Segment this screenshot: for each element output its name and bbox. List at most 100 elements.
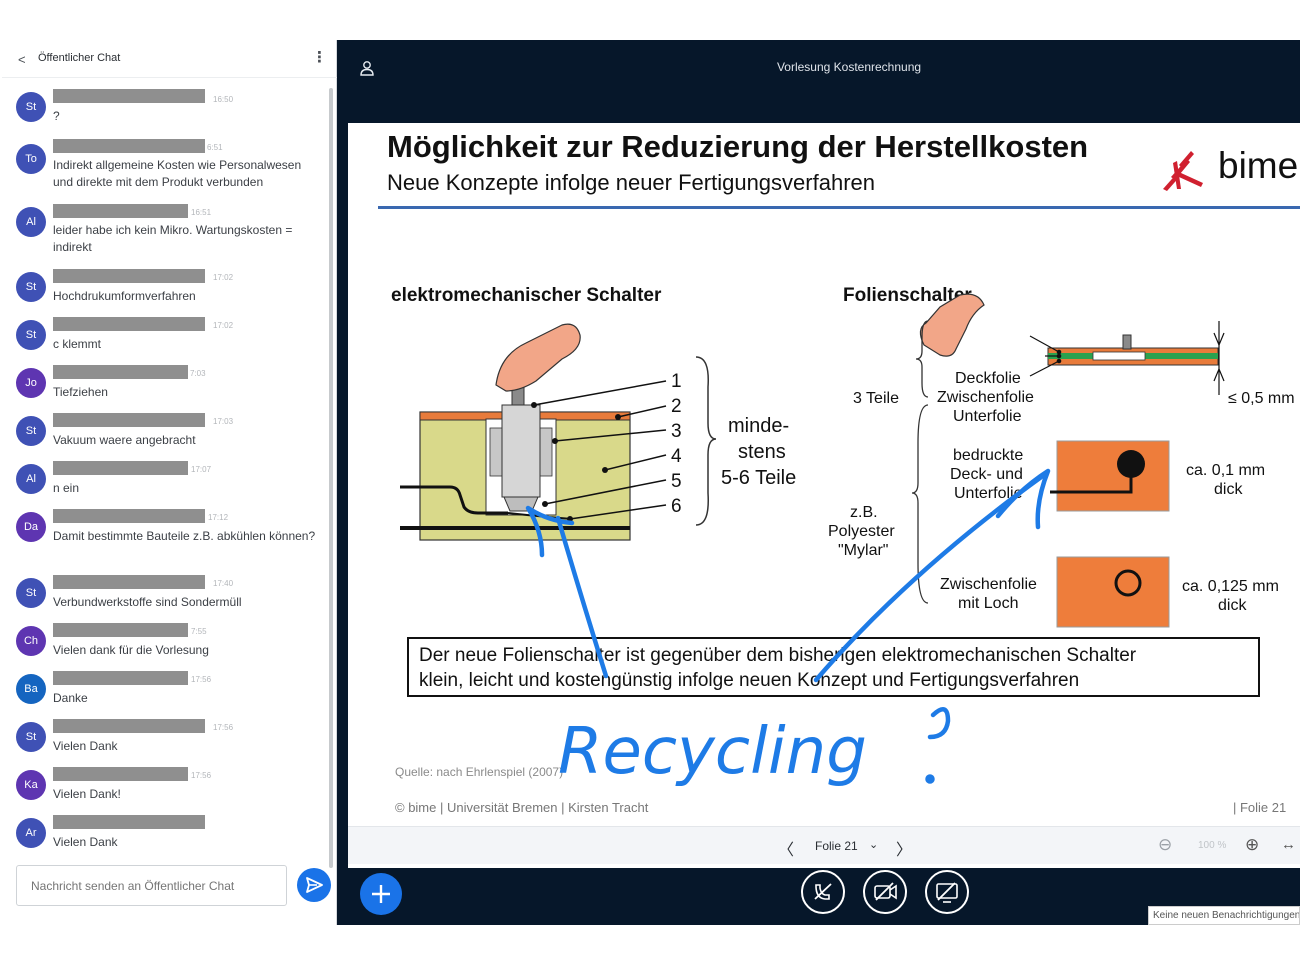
message-time: 16:51	[191, 208, 212, 217]
zoom-in-button[interactable]: ⊕	[1245, 835, 1259, 855]
summary-line: Der neue Folienschalter ist gegenüber de…	[419, 645, 1137, 666]
part-number: 1	[671, 371, 682, 392]
material-label: "Mylar"	[838, 542, 888, 559]
share-screen-button[interactable]	[925, 870, 969, 914]
message-time: 17:02	[213, 273, 234, 282]
message-text: Vielen Dank	[53, 835, 118, 849]
screen-share-off-icon	[936, 882, 958, 903]
part-number: 2	[671, 396, 682, 417]
avatar: Al	[16, 207, 46, 237]
layer-label-top: Deckfolie	[955, 370, 1021, 387]
slide-number-footer: | Folie 21	[1233, 800, 1287, 815]
printed-foil-label: Unterfolie	[954, 485, 1023, 502]
chat-panel: < Öffentlicher Chat ⋮ St 16:50 ? To 6:51…	[2, 40, 337, 925]
avatar: To	[16, 144, 46, 174]
join-audio-button[interactable]	[801, 870, 845, 914]
message-text: Hochdrukumformverfahren	[53, 289, 196, 303]
camera-off-icon	[874, 882, 897, 901]
message-text: n ein	[53, 481, 80, 495]
message-time: 16:50	[213, 95, 234, 104]
avatar: Da	[16, 512, 46, 542]
avatar: St	[16, 92, 46, 122]
message-text: Vielen Dank!	[53, 787, 121, 801]
message-time: 17:12	[208, 513, 229, 522]
message-list: St 16:50 ? To 6:51 Indirekt allgemeine K…	[2, 86, 326, 896]
message-time: 17:07	[191, 465, 212, 474]
actions-button[interactable]	[360, 873, 402, 915]
source-citation: Quelle: nach Ehrlenspiel (2007)	[395, 765, 564, 779]
message-text: Vielen dank für die Vorlesung	[53, 643, 209, 657]
avatar: St	[16, 320, 46, 350]
redacted-username	[53, 575, 205, 589]
layer-label-bottom: Unterfolie	[953, 408, 1022, 425]
avatar: Ka	[16, 770, 46, 800]
slide-toolbar: 〈 Folie 21 ⌄ 〉 ⊖ 100 % ⊕ ↔	[348, 826, 1300, 864]
spacer-label: Zwischenfolie	[940, 576, 1037, 593]
redacted-username	[53, 671, 188, 685]
electromechanical-switch-drawing	[400, 323, 717, 541]
avatar: St	[16, 722, 46, 752]
audio-off-icon	[814, 883, 832, 900]
material-label: Polyester	[828, 523, 895, 540]
message-time: 17:40	[213, 579, 234, 588]
min-parts-label: minde-	[728, 415, 789, 437]
summary-box: Der neue Folienschalter ist gegenüber de…	[407, 637, 1260, 697]
share-webcam-button[interactable]	[863, 870, 907, 914]
chevron-down-icon[interactable]: ⌄	[869, 838, 878, 851]
part-number: 5	[671, 471, 682, 492]
message-time: 17:02	[213, 321, 234, 330]
redacted-username	[53, 413, 205, 427]
zoom-level: 100 %	[1198, 840, 1227, 851]
left-heading: elektromechanischer Schalter	[391, 285, 662, 306]
message-text: Damit bestimmte Bauteile z.B. abkühlen k…	[53, 529, 316, 543]
part-number: 6	[671, 496, 682, 517]
avatar: Jo	[16, 368, 46, 398]
material-label: z.B.	[850, 504, 878, 521]
more-vertical-icon[interactable]: ⋮	[312, 48, 327, 66]
foil-thickness-label: dick	[1214, 481, 1243, 498]
part-number: 3	[671, 421, 682, 442]
avatar: Ch	[16, 626, 46, 656]
avatar: Ba	[16, 674, 46, 704]
redacted-username	[53, 139, 205, 153]
fit-to-width-button[interactable]: ↔	[1281, 836, 1296, 853]
plus-icon	[372, 885, 390, 903]
layer-label-middle: Zwischenfolie	[937, 389, 1034, 406]
redacted-username	[53, 719, 205, 733]
redacted-username	[53, 269, 205, 283]
chat-header: < Öffentlicher Chat ⋮	[2, 40, 337, 78]
message-text: Danke	[53, 691, 88, 705]
avatar: Al	[16, 464, 46, 494]
part-number: 4	[671, 446, 682, 467]
message-text: ?	[53, 109, 60, 123]
zoom-out-button[interactable]: ⊖	[1158, 835, 1172, 855]
avatar: St	[16, 416, 46, 446]
notification-bar: Keine neuen Benachrichtigungen	[1148, 906, 1300, 925]
redacted-username	[53, 767, 188, 781]
message-text: Vakuum waere angebracht	[53, 433, 196, 447]
switch-diagram: elektromechanischer Schalter Folienschal…	[391, 285, 1295, 628]
chat-message-input[interactable]	[16, 865, 287, 906]
chat-scrollbar[interactable]	[329, 88, 333, 868]
message-time: 17:56	[191, 771, 212, 780]
printed-foil-label: bedruckte	[953, 447, 1023, 464]
next-slide-button[interactable]: 〉	[896, 836, 912, 860]
send-button[interactable]	[297, 868, 331, 902]
message-time: 17:03	[213, 417, 234, 426]
chat-title[interactable]: Öffentlicher Chat	[38, 52, 120, 64]
redacted-username	[53, 509, 205, 523]
foil-thickness-label: ca. 0,1 mm	[1186, 462, 1265, 479]
avatar: St	[16, 578, 46, 608]
chevron-left-icon[interactable]: <	[18, 52, 26, 67]
printed-foil-label: Deck- und	[950, 466, 1023, 483]
send-icon	[306, 877, 323, 893]
slide-footer: © bime | Universität Bremen | Kirsten Tr…	[395, 800, 649, 815]
redacted-username	[53, 365, 188, 379]
message-time: 7:03	[190, 369, 206, 378]
message-text: Indirekt allgemeine Kosten wie Personalw…	[53, 158, 302, 189]
message-text: Verbundwerkstoffe sind Sondermüll	[53, 595, 242, 609]
message-text: leider habe ich kein Mikro. Wartungskost…	[53, 223, 293, 254]
message-text: Vielen Dank	[53, 739, 118, 753]
previous-slide-button[interactable]: 〈	[778, 836, 794, 860]
slide-selector[interactable]: Folie 21	[815, 839, 858, 853]
